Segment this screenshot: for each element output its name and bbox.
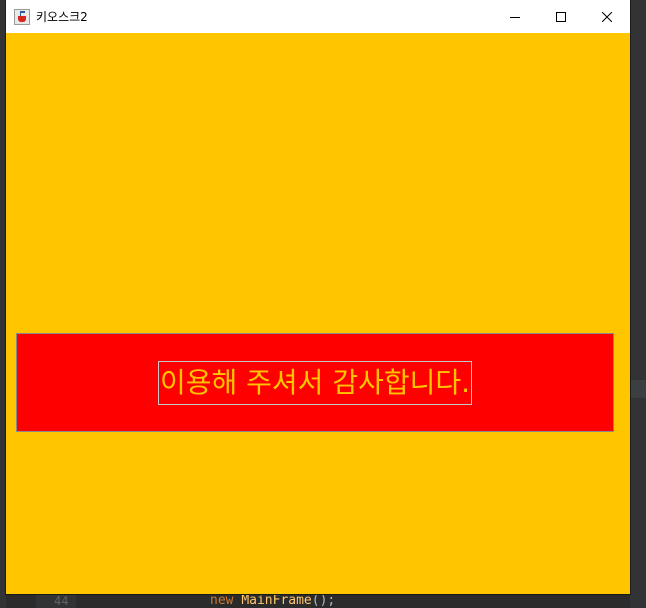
java-app-icon [14,8,30,25]
window-controls [492,0,630,33]
thank-you-label: 이용해 주셔서 감사합니다. [157,360,473,405]
title-bar[interactable]: 키오스크2 [6,0,630,33]
close-button[interactable] [584,0,630,33]
maximize-button[interactable] [538,0,584,33]
maximize-icon [556,11,566,22]
thank-you-banner: 이용해 주셔서 감사합니다. [16,333,614,432]
app-window: 키오스크2 이용해 주셔서 감사합니다. [6,0,630,594]
minimize-icon [510,16,520,18]
ide-line-number: 44 [54,594,69,608]
minimize-button[interactable] [492,0,538,33]
window-title: 키오스크2 [36,10,88,24]
ide-scroll-thumb[interactable] [630,380,646,398]
ide-code-line: new MainFrame(); [210,594,335,608]
close-icon [602,11,612,22]
content-panel: 이용해 주셔서 감사합니다. [6,33,630,594]
code-call: MainFrame [241,593,312,608]
code-suffix: (); [311,593,336,608]
ide-scrollbar[interactable] [630,0,646,608]
code-keyword: new [210,593,234,608]
